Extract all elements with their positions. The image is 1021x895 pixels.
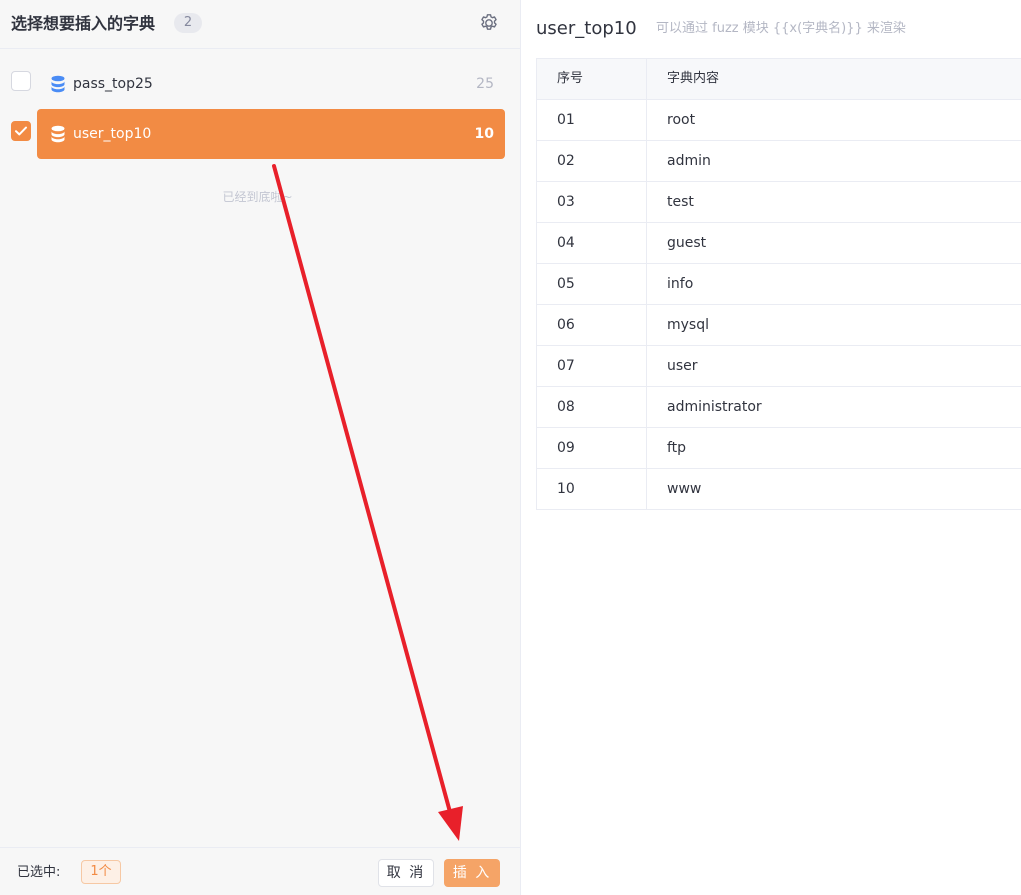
dictionary-table: 序号 字典内容 01 root 02 admin 03 test 04 gues… bbox=[536, 58, 1021, 510]
list-item: pass_top25 25 bbox=[0, 59, 520, 109]
gear-icon[interactable] bbox=[478, 12, 500, 34]
dictionary-name: user_top10 bbox=[73, 126, 152, 142]
table-row: 06 mysql bbox=[537, 305, 1021, 346]
end-of-list-tip: 已经到底啦~ bbox=[222, 190, 293, 204]
row-value: root bbox=[667, 112, 696, 128]
dictionary-list-panel: 选择想要插入的字典 2 pass_top25 25 user_top10 10 … bbox=[0, 0, 521, 895]
row-index: 06 bbox=[537, 305, 647, 345]
selected-label: 已选中: bbox=[17, 865, 61, 880]
database-icon bbox=[51, 125, 65, 143]
dictionary-entry-count: 10 bbox=[474, 126, 494, 142]
table-row: 03 test bbox=[537, 182, 1021, 223]
row-index: 09 bbox=[537, 428, 647, 468]
dictionary-entry-count: 25 bbox=[476, 76, 494, 92]
row-value: admin bbox=[667, 153, 711, 169]
row-value: ftp bbox=[667, 440, 687, 456]
column-header-content: 字典内容 bbox=[667, 71, 720, 86]
row-value: administrator bbox=[667, 399, 762, 415]
check-icon bbox=[15, 126, 27, 136]
dictionary-item-pass-top25[interactable]: pass_top25 25 bbox=[37, 59, 505, 109]
panel-title: 选择想要插入的字典 bbox=[11, 14, 156, 33]
row-value: user bbox=[667, 358, 698, 374]
row-index: 10 bbox=[537, 469, 647, 509]
row-index: 05 bbox=[537, 264, 647, 304]
insert-button[interactable]: 插 入 bbox=[444, 859, 500, 887]
row-index: 08 bbox=[537, 387, 647, 427]
dictionary-count-badge: 2 bbox=[174, 13, 202, 33]
row-index: 01 bbox=[537, 100, 647, 140]
column-header-index: 序号 bbox=[537, 59, 647, 99]
panel-header: 选择想要插入的字典 2 bbox=[0, 0, 520, 49]
row-index: 07 bbox=[537, 346, 647, 386]
row-index: 04 bbox=[537, 223, 647, 263]
table-header-row: 序号 字典内容 bbox=[537, 59, 1021, 100]
table-row: 02 admin bbox=[537, 141, 1021, 182]
panel-footer: 已选中: 1个 取 消 插 入 bbox=[0, 847, 520, 895]
table-row: 01 root bbox=[537, 100, 1021, 141]
table-row: 09 ftp bbox=[537, 428, 1021, 469]
list-item: user_top10 10 bbox=[0, 109, 520, 159]
checkbox-user-top10[interactable] bbox=[11, 121, 31, 141]
row-value: test bbox=[667, 194, 694, 210]
row-value: mysql bbox=[667, 317, 709, 333]
row-value: info bbox=[667, 276, 694, 292]
checkbox-pass-top25[interactable] bbox=[11, 71, 31, 91]
table-row: 08 administrator bbox=[537, 387, 1021, 428]
selected-count-badge: 1个 bbox=[81, 860, 121, 884]
table-row: 04 guest bbox=[537, 223, 1021, 264]
table-row: 05 info bbox=[537, 264, 1021, 305]
cancel-button[interactable]: 取 消 bbox=[378, 859, 434, 887]
row-value: guest bbox=[667, 235, 707, 251]
preview-title: user_top10 bbox=[536, 18, 637, 39]
row-value: www bbox=[667, 481, 702, 497]
database-icon bbox=[51, 75, 65, 93]
row-index: 03 bbox=[537, 182, 647, 222]
usage-hint: 可以通过 fuzz 模块 {{x(字典名)}} 来渲染 bbox=[656, 21, 906, 36]
dictionary-name: pass_top25 bbox=[73, 76, 153, 92]
table-row: 07 user bbox=[537, 346, 1021, 387]
dictionary-item-user-top10[interactable]: user_top10 10 bbox=[37, 109, 505, 159]
table-row: 10 www bbox=[537, 469, 1021, 510]
row-index: 02 bbox=[537, 141, 647, 181]
